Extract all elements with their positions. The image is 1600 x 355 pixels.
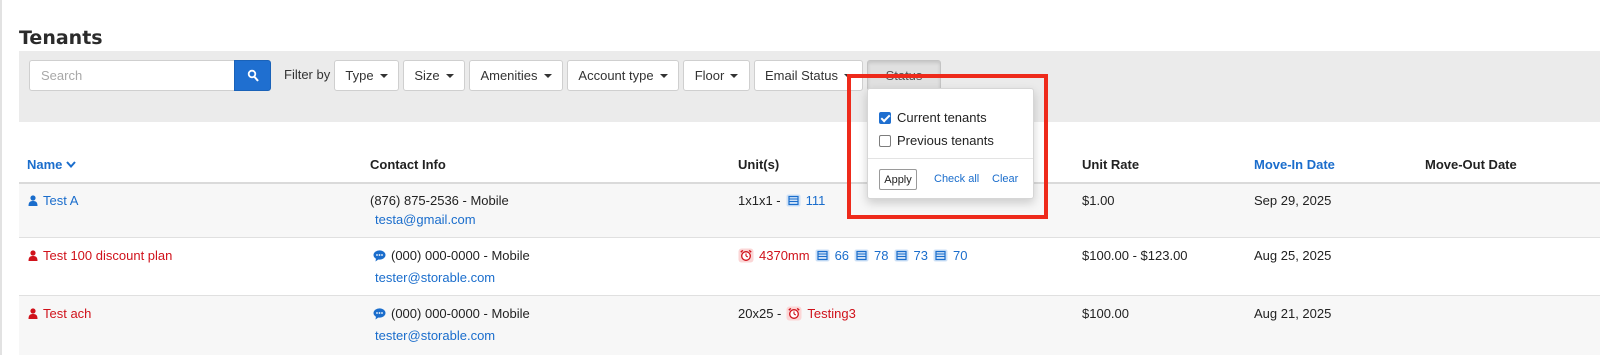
tenant-units: 1x1x1 - 111 <box>738 193 825 208</box>
tenant-phone: (876) 875-2536 - Mobile <box>370 193 509 208</box>
tenant-email-link[interactable]: tester@storable.com <box>375 270 495 285</box>
user-icon <box>28 195 38 206</box>
unit-alert-label: 4370mm <box>759 248 810 263</box>
caret-down-icon <box>730 73 739 78</box>
table-row <box>19 184 1600 237</box>
units-column-header: Unit(s) <box>738 157 780 172</box>
caret-down-icon <box>659 73 668 78</box>
chevron-down-icon <box>66 161 77 168</box>
tenant-phone: (000) 000-0000 - Mobile <box>373 248 530 263</box>
storage-unit-icon <box>786 194 801 207</box>
unit-link[interactable]: 70 <box>933 248 967 263</box>
storage-unit-icon <box>894 249 909 262</box>
unit-alert-link[interactable]: 4370mm <box>738 248 810 263</box>
user-icon <box>28 308 38 319</box>
dropdown-divider <box>868 158 1033 159</box>
move-out-column-header: Move-Out Date <box>1425 157 1517 172</box>
filter-status-button[interactable]: Status <box>867 60 941 91</box>
tenant-units: 4370mm 66 78 73 70 <box>738 248 967 263</box>
filter-amenities-label: Amenities <box>480 68 538 83</box>
filter-floor-label: Floor <box>694 68 725 83</box>
user-icon <box>28 250 38 261</box>
unit-size-label: 20x25 - <box>738 306 782 321</box>
table-row <box>19 296 1600 355</box>
alarm-clock-icon <box>738 248 754 263</box>
filter-size-button[interactable]: Size <box>403 60 465 91</box>
filter-by-label: Filter by <box>284 67 331 82</box>
unit-size-label: 1x1x1 - <box>738 193 781 208</box>
caret-down-icon <box>445 73 454 78</box>
name-column-header[interactable]: Name <box>27 157 77 172</box>
unit-number: 78 <box>874 248 889 263</box>
tenant-phone-label: (000) 000-0000 - Mobile <box>391 306 530 321</box>
unit-link[interactable]: 73 <box>894 248 928 263</box>
clear-link[interactable]: Clear <box>992 173 1018 185</box>
search-button[interactable] <box>234 60 271 91</box>
tenant-email-link[interactable]: tester@storable.com <box>375 328 495 343</box>
unit-alert-link[interactable]: Testing3 <box>786 306 856 321</box>
tenant-phone-label: (000) 000-0000 - Mobile <box>391 248 530 263</box>
filter-amenities-button[interactable]: Amenities <box>469 60 563 91</box>
search-icon <box>247 69 258 82</box>
tenant-phone: (000) 000-0000 - Mobile <box>373 306 530 321</box>
apply-button[interactable]: Apply <box>879 169 917 190</box>
check-all-link[interactable]: Check all <box>934 173 979 185</box>
current-tenants-checkbox[interactable] <box>879 111 891 124</box>
contact-column-header: Contact Info <box>370 157 446 172</box>
rate-column-header: Unit Rate <box>1082 157 1140 172</box>
alarm-clock-icon <box>786 306 802 321</box>
move-in-date: Aug 25, 2025 <box>1254 248 1332 263</box>
unit-rate: $100.00 - $123.00 <box>1082 248 1188 263</box>
unit-number: 111 <box>805 193 826 208</box>
tenant-name-link[interactable]: Test A <box>28 193 78 208</box>
current-tenants-option[interactable]: Current tenants <box>879 110 987 125</box>
unit-alert-label: Testing3 <box>807 306 856 321</box>
chat-bubble-icon <box>373 307 386 319</box>
caret-down-icon <box>379 73 388 78</box>
filter-size-label: Size <box>414 68 440 83</box>
storage-unit-icon <box>933 249 948 262</box>
filter-type-label: Type <box>345 68 374 83</box>
filter-status-label: Status <box>885 68 923 83</box>
current-tenants-label: Current tenants <box>897 110 987 125</box>
search-input[interactable] <box>29 60 235 91</box>
table-row <box>19 238 1600 295</box>
unit-number: 73 <box>913 248 928 263</box>
tenant-name-link[interactable]: Test 100 discount plan <box>28 248 172 263</box>
unit-number: 70 <box>952 248 968 263</box>
previous-tenants-label: Previous tenants <box>897 133 994 148</box>
tenant-name-label: Test ach <box>43 306 92 321</box>
previous-tenants-checkbox[interactable] <box>879 134 891 147</box>
unit-link[interactable]: 111 <box>786 193 826 208</box>
tenant-units: 20x25 - Testing3 <box>738 306 856 321</box>
name-header-label: Name <box>27 157 63 172</box>
move-in-column-header[interactable]: Move-In Date <box>1254 157 1335 172</box>
chat-bubble-icon <box>373 249 386 261</box>
storage-unit-icon <box>815 249 830 262</box>
status-dropdown-menu: Current tenants Previous tenants Apply C… <box>867 88 1034 199</box>
storage-unit-icon <box>854 249 869 262</box>
move-in-date: Aug 21, 2025 <box>1254 306 1332 321</box>
caret-down-icon <box>843 73 852 78</box>
tenant-name-link[interactable]: Test ach <box>28 306 91 321</box>
page-title: Tenants <box>19 27 103 49</box>
unit-rate: $100.00 <box>1082 306 1129 321</box>
unit-link[interactable]: 66 <box>815 248 849 263</box>
left-border <box>0 0 2 355</box>
tenant-email-link[interactable]: testa@gmail.com <box>375 212 476 227</box>
unit-rate: $1.00 <box>1082 193 1115 208</box>
unit-number: 66 <box>834 248 850 263</box>
previous-tenants-option[interactable]: Previous tenants <box>879 133 994 148</box>
unit-link[interactable]: 78 <box>854 248 889 263</box>
filter-floor-button[interactable]: Floor <box>683 60 750 91</box>
filter-email-status-button[interactable]: Email Status <box>754 60 863 91</box>
tenant-name-label: Test A <box>43 193 79 208</box>
tenant-name-label: Test 100 discount plan <box>43 248 173 263</box>
filter-account-type-button[interactable]: Account type <box>567 60 679 91</box>
caret-down-icon <box>543 73 552 78</box>
filter-account-type-label: Account type <box>578 68 654 83</box>
filter-type-button[interactable]: Type <box>334 60 399 91</box>
filter-email-status-label: Email Status <box>765 68 838 83</box>
move-in-date: Sep 29, 2025 <box>1254 193 1332 208</box>
